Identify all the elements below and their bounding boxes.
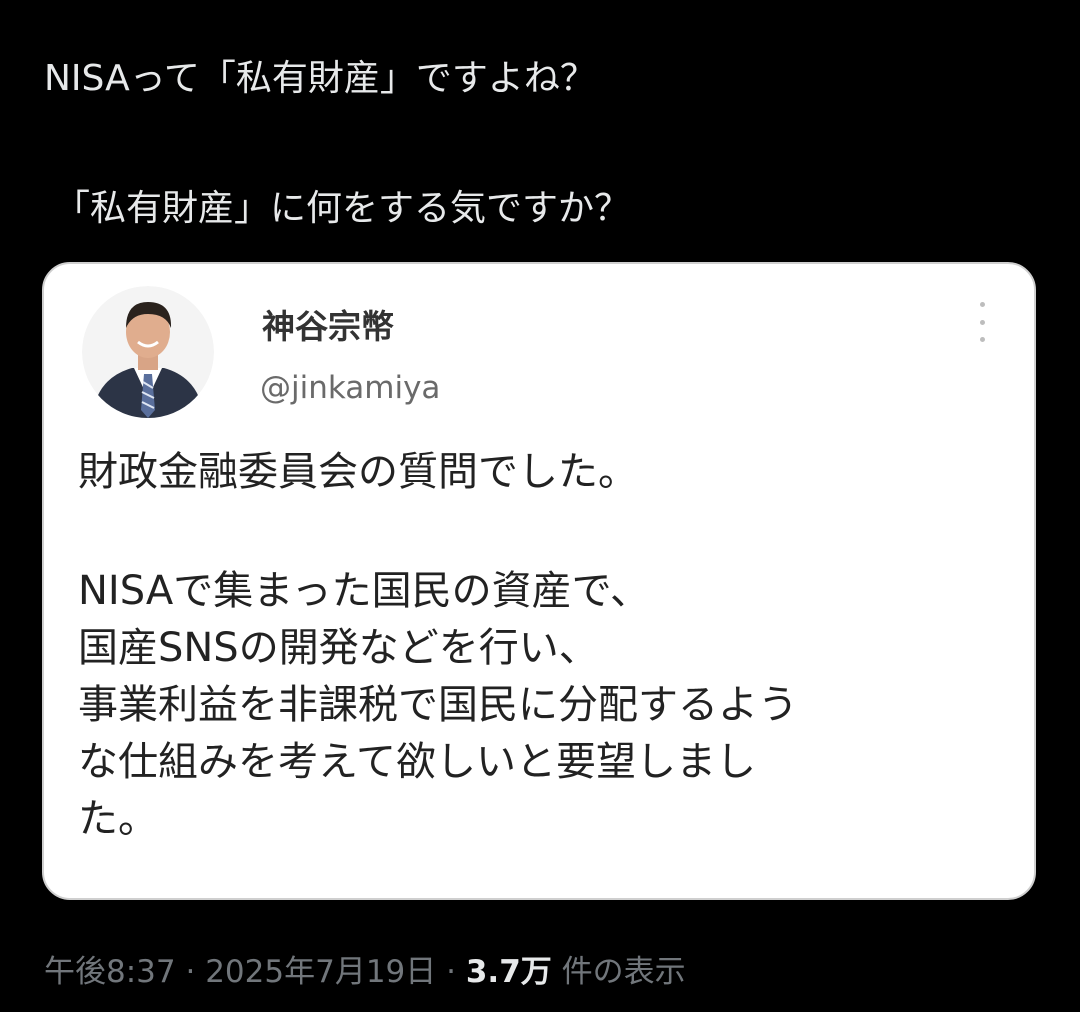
avatar-image (82, 286, 214, 418)
tweet-text-line: NISAって「私有財産」ですよね？ (44, 58, 596, 99)
quote-body-line: た。 (78, 796, 158, 842)
tweet-time[interactable]: 午後8:37 (44, 954, 176, 990)
tweet-meta: 午後8:37 · 2025年7月19日 · 3.7万 件の表示 (44, 946, 686, 991)
tweet-date[interactable]: 2025年7月19日 (205, 954, 436, 990)
author-name[interactable]: 神谷宗幣 (262, 300, 394, 348)
avatar[interactable] (82, 286, 214, 418)
quote-body: 財政金融委員会の質問でした。 NISAで集まった国民の資産で、 国産SNSの開発… (78, 444, 1018, 848)
views-count[interactable]: 3.7万 (466, 954, 552, 990)
quoted-image-card[interactable]: 神谷宗幣 @jinkamiya 財政金融委員会の質問でした。 NISAで集まった… (42, 262, 1036, 900)
author-handle[interactable]: @jinkamiya (260, 370, 440, 406)
more-vertical-icon[interactable] (972, 302, 992, 342)
quote-body-line: 事業利益を非課税で国民に分配するよう (78, 682, 798, 728)
quote-body-line: 国産SNSの開発などを行い、 (78, 625, 599, 671)
quote-body-line: NISAで集まった国民の資産で、 (78, 568, 651, 614)
quote-body-line: 財政金融委員会の質問でした。 (78, 449, 638, 495)
tweet-text-line: 「私有財産」に何をする気ですか？ (54, 188, 631, 229)
tweet-text: NISAって「私有財産」ですよね？ 「私有財産」に何をする気ですか？ (44, 52, 1044, 236)
meta-separator: · (185, 954, 196, 990)
meta-separator: · (446, 954, 456, 990)
quote-body-line: な仕組みを考えて欲しいと要望しまし (78, 739, 756, 785)
views-label[interactable]: 件の表示 (562, 954, 686, 990)
